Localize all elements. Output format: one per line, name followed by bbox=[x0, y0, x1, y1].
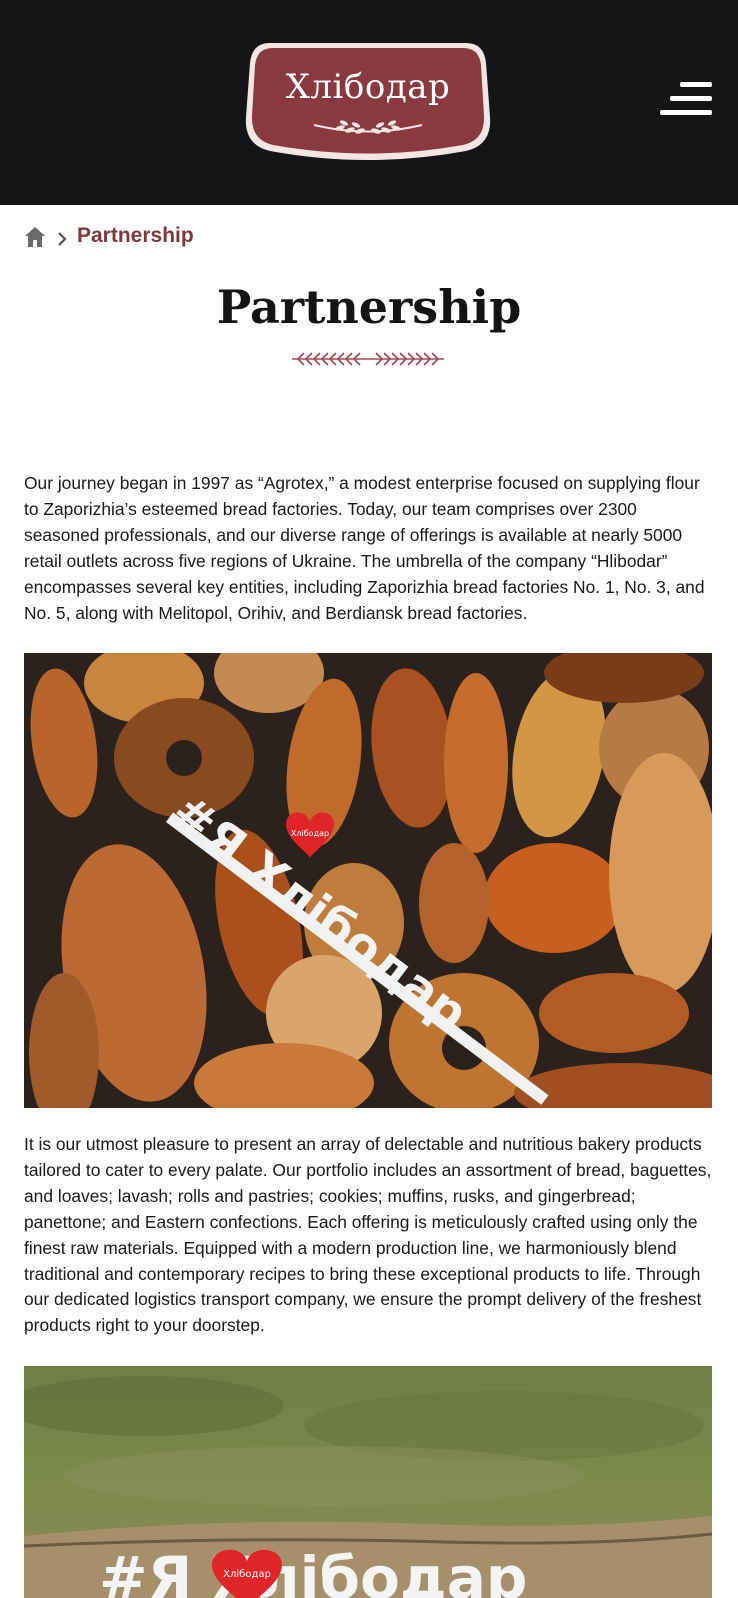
outdoor-sign-image: #Я Хлібодар Хлібодар bbox=[24, 1366, 712, 1598]
hamburger-menu-icon[interactable] bbox=[660, 82, 714, 118]
outdoor-sign-text: #Я Хлібодар bbox=[99, 1544, 527, 1598]
outdoor-heart-logo: Хлібодар bbox=[223, 1568, 271, 1580]
wheat-divider-icon bbox=[292, 352, 444, 366]
home-icon[interactable] bbox=[24, 226, 46, 248]
site-header: Хлібодар bbox=[0, 0, 738, 205]
page-title: Partnership bbox=[216, 280, 522, 334]
sign-heart-logo: Хлібодар bbox=[291, 829, 329, 838]
chevron-right-icon bbox=[58, 232, 67, 246]
breadcrumb-current: Partnership bbox=[77, 224, 194, 247]
products-paragraph: It is our utmost pleasure to present an … bbox=[24, 1134, 712, 1336]
intro-paragraph: Our journey began in 1997 as “Agrotex,” … bbox=[24, 473, 705, 623]
bread-assortment-image: #Я Хлібодар Хлібодар bbox=[24, 653, 712, 1108]
logo-text: Хлібодар bbox=[285, 67, 451, 107]
breadcrumb: Partnership bbox=[24, 224, 324, 254]
hlibodar-logo[interactable]: Хлібодар bbox=[244, 35, 492, 165]
